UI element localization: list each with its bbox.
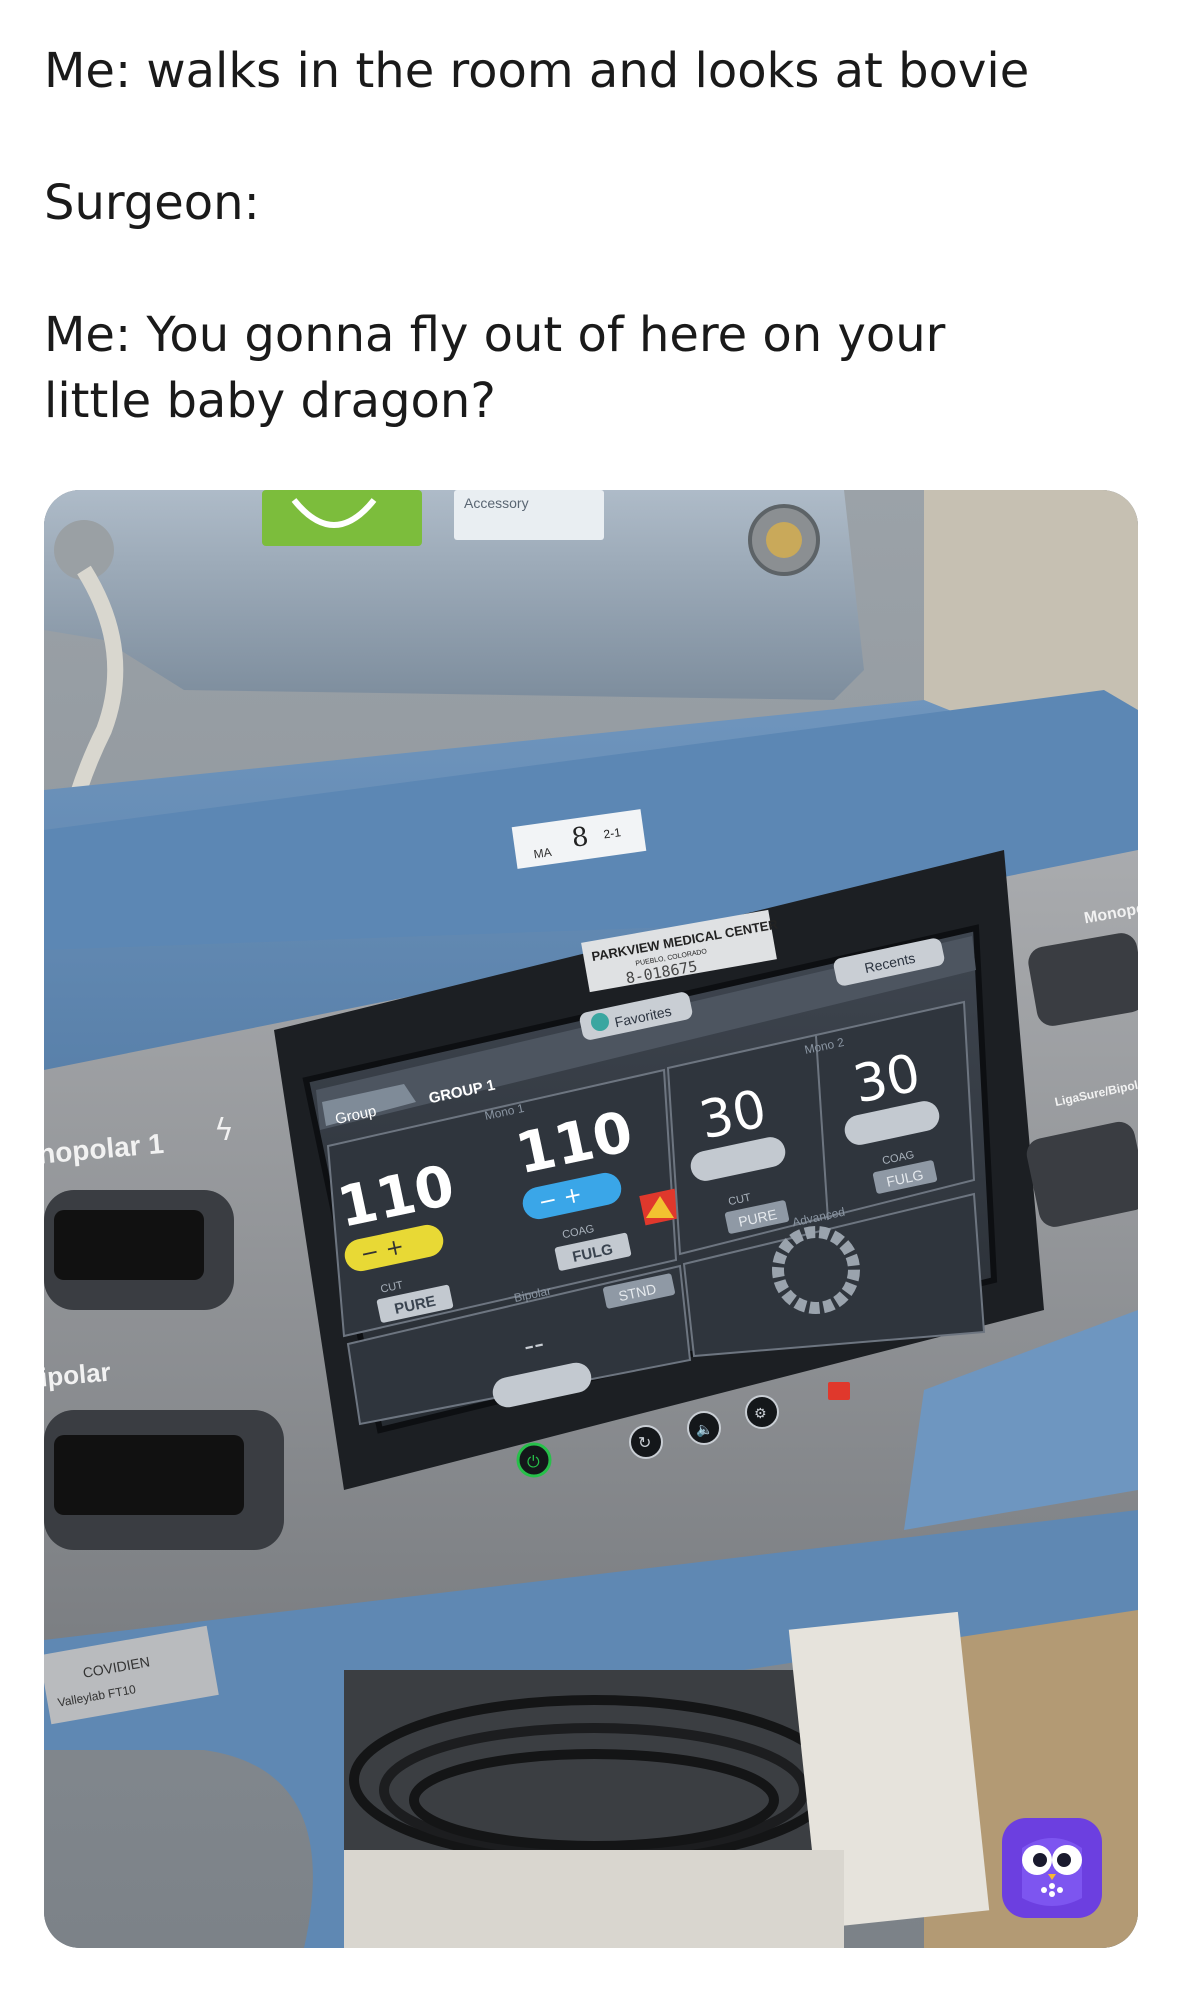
- bipolar-port-label: ipolar: [44, 1357, 112, 1393]
- caption-line-4: little baby dragon?: [44, 373, 496, 429]
- app-logo-owl-icon: [1002, 1818, 1102, 1918]
- sticker-date: 2-1: [603, 825, 622, 841]
- caption-line-3: Me: You gonna fly out of here on your: [44, 307, 946, 363]
- sticker-initials: MA: [533, 845, 553, 861]
- meme-caption: Me: walks in the room and looks at bovie…: [44, 38, 1144, 434]
- electrosurgical-unit-photo: Accessory 8 2-1 MA PARKVIEW MEDICAL CENT…: [44, 490, 1138, 1948]
- caption-line-1: Me: walks in the room and looks at bovie: [44, 43, 1030, 99]
- refresh-icon: ↻: [638, 1433, 651, 1452]
- power-icon: ⏻: [527, 1452, 540, 1471]
- caption-line-2: Surgeon:: [44, 175, 260, 231]
- lightning-icon: ϟ: [214, 1113, 234, 1148]
- battery-icon: [828, 1382, 850, 1400]
- gear-icon: ⚙: [754, 1406, 767, 1422]
- favorites-star-icon: [591, 1013, 609, 1031]
- speaker-icon: 🔈: [696, 1422, 713, 1438]
- accessory-label: Accessory: [464, 495, 529, 511]
